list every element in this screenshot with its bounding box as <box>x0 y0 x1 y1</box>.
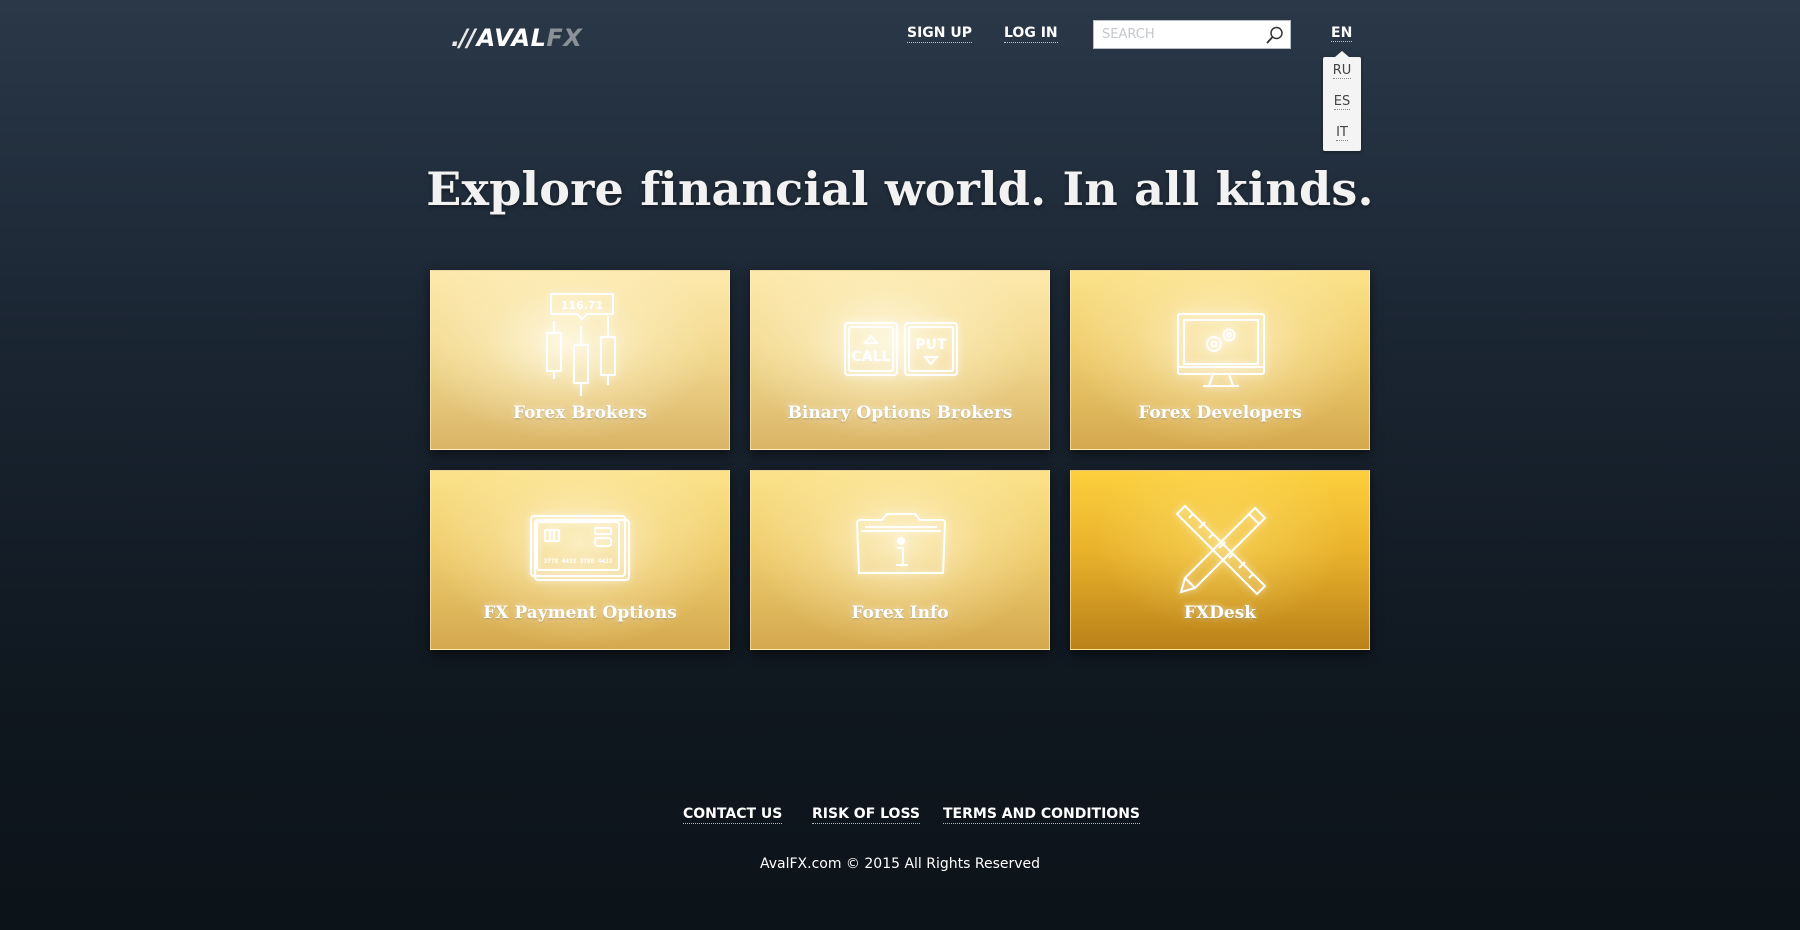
tile-forex-developers[interactable]: Forex Developers <box>1070 270 1370 450</box>
tile-label: FXDesk <box>1183 603 1257 623</box>
language-option-label: ES <box>1333 94 1351 110</box>
call-text: CALL <box>852 349 891 365</box>
tile-forex-info[interactable]: Forex Info <box>750 470 1050 650</box>
language-dropdown: RU ES IT <box>1323 51 1361 151</box>
logo-accent-text: FX <box>546 24 583 52</box>
tile-label: Binary Options Brokers <box>787 403 1013 423</box>
credit-card-icon: 3778 4433 3780 4433 <box>530 515 630 581</box>
site-logo[interactable]: .// AVAL FX <box>451 24 582 52</box>
language-option-es[interactable]: ES <box>1323 94 1361 110</box>
risk-of-loss-link[interactable]: RISK OF LOSS <box>812 806 920 824</box>
contact-us-link[interactable]: CONTACT US <box>683 806 783 824</box>
tile-forex-brokers[interactable]: 116.71 Forex Brokers <box>430 270 730 450</box>
call-put-icon: CALL PUT <box>844 322 958 376</box>
page-headline: Explore financial world. In all kinds. <box>426 162 1374 216</box>
tile-label: FX Payment Options <box>483 603 677 623</box>
price-tag-text: 116.71 <box>561 299 603 312</box>
language-selector[interactable]: EN <box>1331 25 1353 42</box>
language-option-label: IT <box>1336 125 1348 141</box>
log-in-link[interactable]: LOG IN <box>1004 25 1058 43</box>
pencil-ruler-icon <box>1175 504 1267 596</box>
language-option-ru[interactable]: RU <box>1323 63 1361 79</box>
tile-fxdesk[interactable]: FXDesk <box>1070 470 1370 650</box>
monitor-gears-icon <box>1177 313 1265 387</box>
sign-up-link[interactable]: SIGN UP <box>907 25 973 43</box>
copyright-text: AvalFX.com © 2015 All Rights Reserved <box>759 856 1041 872</box>
language-option-label: RU <box>1332 63 1352 79</box>
logo-slashes: .// <box>451 24 476 52</box>
tile-fx-payment-options[interactable]: 3778 4433 3780 4433 FX Payment Options <box>430 470 730 650</box>
put-text: PUT <box>915 337 947 353</box>
logo-main-text: AVAL <box>476 24 547 52</box>
search-box <box>1093 20 1291 49</box>
candlestick-chart-icon: 116.71 <box>546 293 616 396</box>
search-input[interactable] <box>1094 21 1264 48</box>
tile-label: Forex Info <box>851 603 949 623</box>
search-icon[interactable] <box>1266 26 1284 44</box>
terms-and-conditions-link[interactable]: TERMS AND CONDITIONS <box>943 806 1141 824</box>
language-option-it[interactable]: IT <box>1323 125 1361 141</box>
card-number-text: 3778 4433 3780 4433 <box>544 558 613 565</box>
tile-label: Forex Developers <box>1138 403 1302 423</box>
tile-binary-options-brokers[interactable]: CALL PUT Binary Options Brokers <box>750 270 1050 450</box>
tile-label: Forex Brokers <box>512 403 648 423</box>
info-folder-icon <box>855 513 947 574</box>
